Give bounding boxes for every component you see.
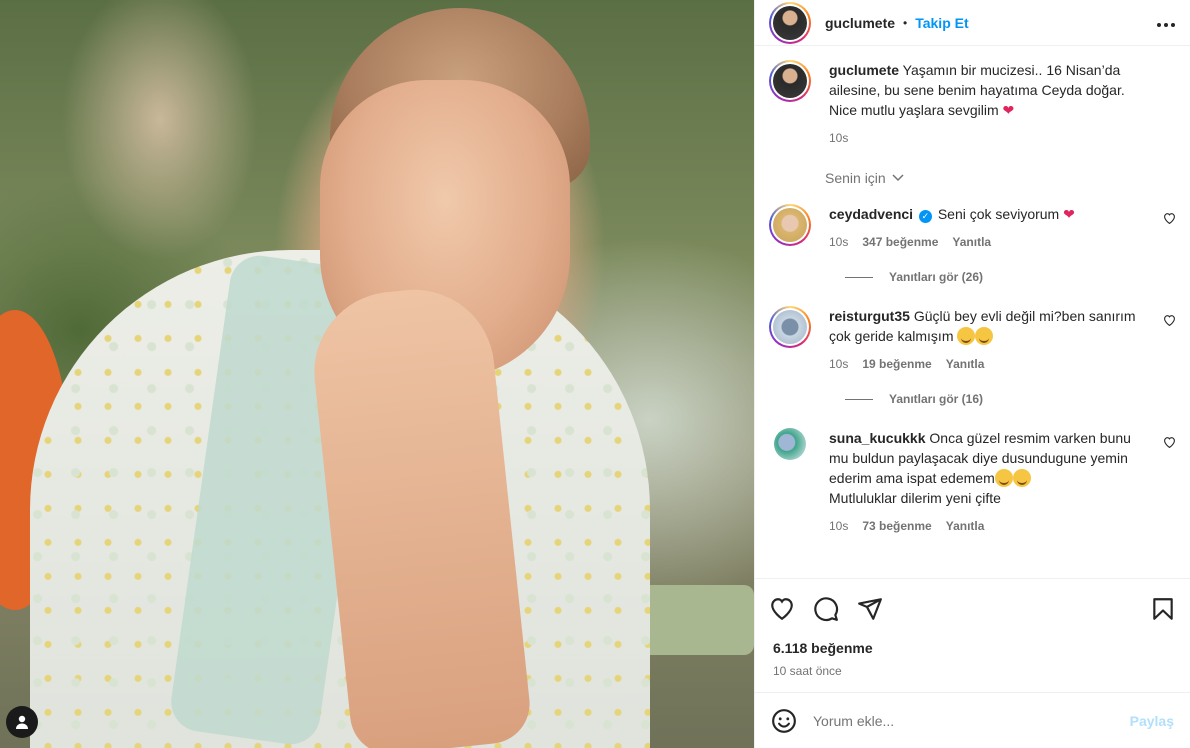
add-comment-bar: Paylaş <box>755 692 1190 748</box>
heart-emoji-icon: ❤ <box>1063 206 1075 222</box>
comment-username[interactable]: ceydadvenci <box>829 206 913 222</box>
follow-button[interactable]: Takip Et <box>915 15 968 31</box>
user-tag-icon[interactable] <box>6 706 38 738</box>
view-replies-button[interactable]: Yanıtları gör (16) <box>845 392 1176 406</box>
caption-username[interactable]: guclumete <box>829 62 899 78</box>
replies-divider <box>845 398 873 400</box>
heart-emoji-icon: ❤ <box>1002 102 1015 118</box>
chevron-down-icon <box>892 174 904 182</box>
comment-likes[interactable]: 19 beğenme <box>862 354 931 374</box>
caption-avatar[interactable] <box>769 60 811 102</box>
comment-like-heart-icon[interactable] <box>1152 428 1176 448</box>
comment-time: 10s <box>829 357 849 371</box>
laugh-emoji-icon <box>994 469 1013 487</box>
comment-item: ceydadvenci ✓ Seni çok seviyorum ❤ 10s 3… <box>769 204 1176 252</box>
comment-filter-dropdown[interactable]: Senin için <box>825 170 1176 186</box>
comment-item: suna_kucukkk Onca güzel resmim varken bu… <box>769 428 1176 536</box>
more-options-icon[interactable] <box>1156 12 1176 33</box>
comment-username[interactable]: suna_kucukkk <box>829 430 926 446</box>
comment-username[interactable]: reisturgut35 <box>829 308 910 324</box>
post-photo[interactable] <box>0 0 754 748</box>
bookmark-icon[interactable] <box>1150 596 1176 622</box>
comment-text: Seni çok seviyorum <box>937 206 1060 222</box>
comment-likes[interactable]: 347 beğenme <box>862 232 938 252</box>
comment-time: 10s <box>829 519 849 533</box>
commenter-avatar[interactable] <box>769 204 811 246</box>
heart-icon[interactable] <box>769 596 795 622</box>
replies-divider <box>845 276 873 278</box>
author-avatar[interactable] <box>769 1 811 44</box>
reply-button[interactable]: Yanıtla <box>952 232 991 252</box>
comment-input[interactable] <box>813 712 1130 729</box>
comment-like-heart-icon[interactable] <box>1152 306 1176 326</box>
view-replies-label: Yanıtları gör (16) <box>889 392 984 406</box>
comment-filter-label: Senin için <box>825 170 886 186</box>
view-replies-button[interactable]: Yanıtları gör (26) <box>845 270 1176 284</box>
share-comment-button[interactable]: Paylaş <box>1130 713 1174 729</box>
comment-time: 10s <box>829 235 849 249</box>
comment-like-heart-icon[interactable] <box>1152 204 1176 224</box>
post-actions-bar <box>755 578 1190 638</box>
likes-count[interactable]: 6.118 beğenme <box>773 640 1172 656</box>
commenter-avatar[interactable] <box>774 428 806 460</box>
smile-emoji-icon <box>957 327 976 345</box>
comment-icon[interactable] <box>813 596 839 622</box>
post-time: 10 saat önce <box>773 664 842 678</box>
comment-item: reisturgut35 Güçlü bey evli değil mi?ben… <box>769 306 1176 374</box>
view-replies-label: Yanıtları gör (26) <box>889 270 984 284</box>
smile-emoji-icon <box>975 327 994 345</box>
comments-list[interactable]: guclumete Yaşamın bir mucizesi.. 16 Nisa… <box>755 46 1190 578</box>
laugh-emoji-icon <box>1012 469 1031 487</box>
emoji-icon[interactable] <box>771 708 797 734</box>
comment-text-end: Mutluluklar dilerim yeni çifte <box>829 490 1001 506</box>
author-username[interactable]: guclumete <box>825 15 895 31</box>
header-separator: • <box>903 15 908 30</box>
reply-button[interactable]: Yanıtla <box>946 516 985 536</box>
caption-time: 10s <box>829 131 849 145</box>
post-side-panel: guclumete • Takip Et guclumete Yaşamın b… <box>754 0 1190 748</box>
caption: guclumete Yaşamın bir mucizesi.. 16 Nisa… <box>769 60 1176 148</box>
commenter-avatar[interactable] <box>769 306 811 348</box>
comment-likes[interactable]: 73 beğenme <box>862 516 931 536</box>
reply-button[interactable]: Yanıtla <box>946 354 985 374</box>
verified-badge-icon: ✓ <box>918 210 932 223</box>
instagram-post-modal: guclumete • Takip Et guclumete Yaşamın b… <box>0 0 1190 748</box>
post-stats: 6.118 beğenme 10 saat önce <box>755 638 1190 692</box>
post-header: guclumete • Takip Et <box>755 0 1190 46</box>
send-icon[interactable] <box>857 596 883 622</box>
